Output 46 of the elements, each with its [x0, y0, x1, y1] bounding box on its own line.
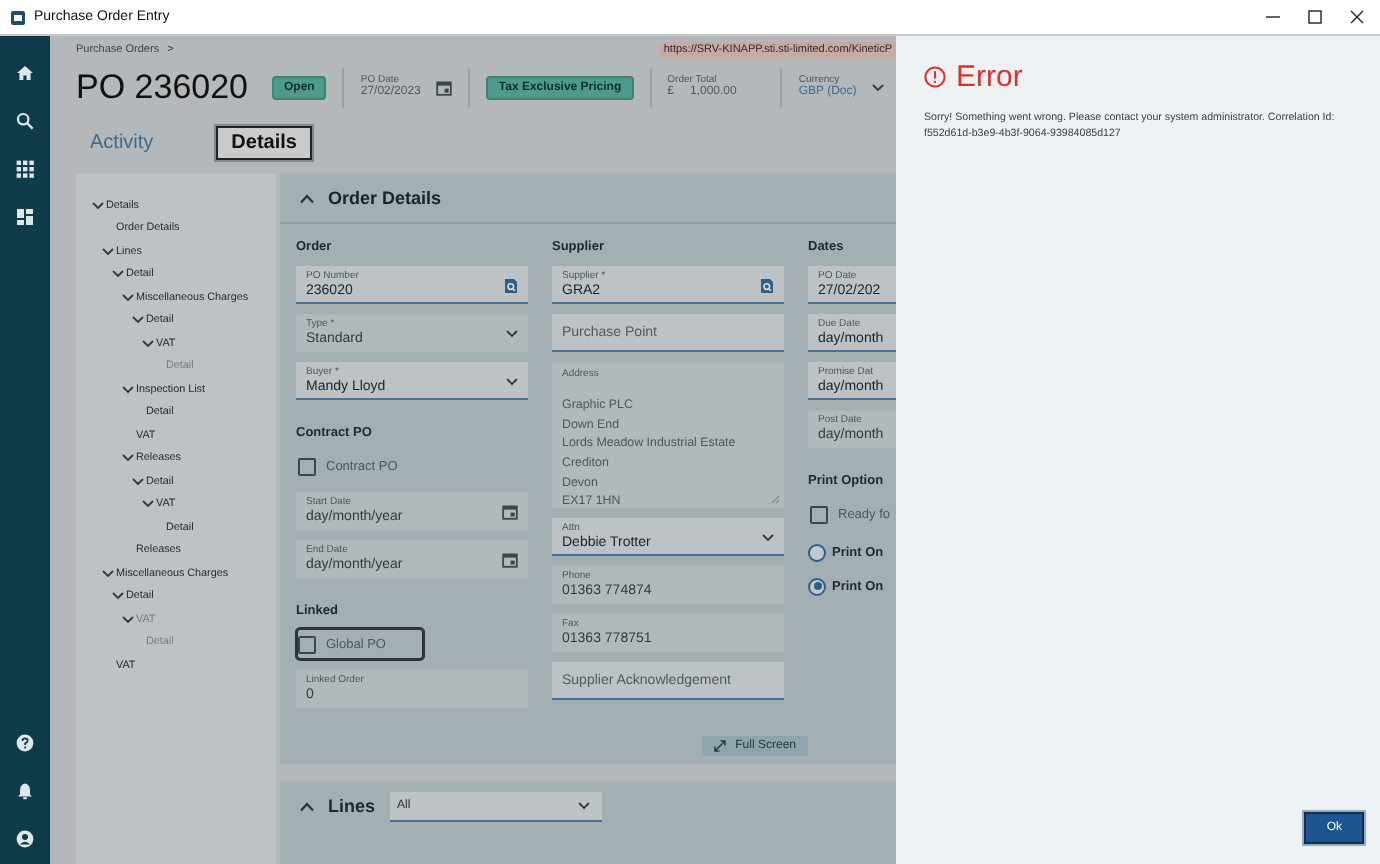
checkbox[interactable]	[810, 505, 828, 523]
checkbox[interactable]	[298, 635, 316, 653]
maximize-icon[interactable]	[1308, 10, 1322, 24]
expand-icon	[713, 740, 726, 752]
radio-button[interactable]	[808, 543, 826, 561]
chevron-down-icon	[141, 339, 153, 348]
error-icon	[924, 66, 946, 88]
search-icon[interactable]	[504, 278, 518, 294]
section-title: Lines	[328, 796, 376, 816]
calendar-icon[interactable]	[436, 80, 453, 96]
chevron-down-icon	[101, 569, 113, 578]
radio-button[interactable]	[808, 577, 826, 595]
search-icon[interactable]	[760, 278, 774, 294]
bell-icon[interactable]	[16, 782, 34, 800]
chevron-down-icon	[131, 316, 143, 325]
search-icon[interactable]	[16, 112, 34, 130]
error-title: Error	[956, 60, 1023, 94]
chevron-down-icon	[111, 270, 123, 279]
user-icon[interactable]	[16, 830, 34, 848]
checkbox[interactable]	[298, 457, 316, 475]
section-title: Order Details	[328, 188, 442, 208]
chevron-down-icon	[131, 477, 143, 486]
chevron-down-icon	[111, 592, 123, 601]
chevron-down-icon	[141, 500, 153, 509]
chevron-down-icon	[121, 293, 133, 302]
help-icon[interactable]	[16, 734, 34, 752]
chevron-down-icon	[762, 534, 774, 542]
chevron-down-icon	[121, 454, 133, 463]
app-icon	[10, 9, 26, 25]
chevron-down-icon	[872, 84, 885, 92]
tab[interactable]: Details	[215, 125, 313, 159]
minimize-icon[interactable]	[1266, 10, 1280, 24]
chevron-down-icon	[506, 330, 518, 338]
chevron-up-icon[interactable]	[300, 801, 314, 811]
chevron-down-icon	[91, 201, 103, 210]
page-title: PO 236020	[76, 68, 249, 108]
close-icon[interactable]	[1350, 10, 1364, 24]
chevron-up-icon[interactable]	[300, 193, 314, 203]
chevron-down-icon	[506, 378, 518, 386]
home-icon[interactable]	[16, 64, 34, 82]
apps-grid-icon[interactable]	[16, 160, 34, 178]
chevron-down-icon	[121, 385, 133, 394]
chevron-down-icon	[101, 247, 113, 256]
chevron-down-icon	[121, 615, 133, 624]
dashboard-icon[interactable]	[16, 208, 34, 226]
chevron-down-icon	[577, 801, 590, 809]
